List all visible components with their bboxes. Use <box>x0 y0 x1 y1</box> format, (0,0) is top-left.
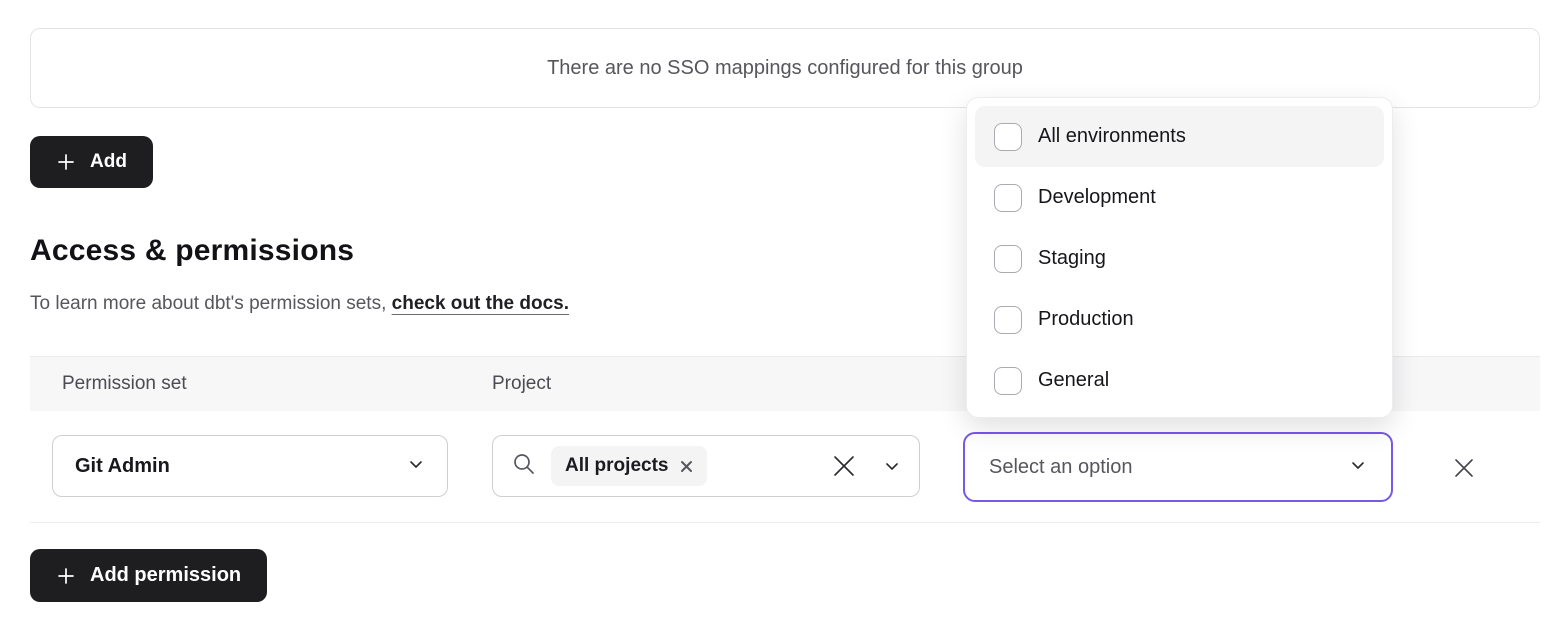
checkbox[interactable] <box>994 123 1022 151</box>
plus-icon <box>56 152 76 172</box>
checkbox[interactable] <box>994 245 1022 273</box>
section-description: To learn more about dbt's permission set… <box>30 293 569 315</box>
project-tag-label: All projects <box>565 455 668 477</box>
sso-empty-message: There are no SSO mappings configured for… <box>547 57 1023 80</box>
environment-dropdown-menu: All environments Development Staging Pro… <box>966 97 1393 418</box>
dropdown-option-staging[interactable]: Staging <box>975 228 1384 289</box>
permission-set-value: Git Admin <box>75 455 170 478</box>
remove-tag-icon[interactable] <box>680 460 693 473</box>
option-label: Development <box>1038 186 1156 209</box>
chevron-down-icon[interactable] <box>883 457 901 475</box>
permission-set-select[interactable]: Git Admin <box>52 435 448 497</box>
checkbox[interactable] <box>994 184 1022 212</box>
docs-link[interactable]: check out the docs. <box>392 293 569 314</box>
permission-row: Git Admin All projects <box>30 411 1540 523</box>
column-header-permission-set: Permission set <box>62 373 187 395</box>
dropdown-option-production[interactable]: Production <box>975 289 1384 350</box>
option-label: All environments <box>1038 125 1186 148</box>
description-text: To learn more about dbt's permission set… <box>30 293 386 314</box>
add-button-label: Add <box>90 151 127 173</box>
plus-icon <box>56 566 76 586</box>
environment-placeholder: Select an option <box>989 456 1132 479</box>
close-icon <box>1452 456 1476 483</box>
remove-row-button[interactable] <box>1440 445 1488 493</box>
checkbox[interactable] <box>994 367 1022 395</box>
project-multiselect[interactable]: All projects <box>492 435 920 497</box>
clear-selection-icon[interactable] <box>831 453 857 479</box>
chevron-down-icon <box>1349 456 1367 479</box>
option-label: Production <box>1038 308 1134 331</box>
option-label: General <box>1038 369 1109 392</box>
page: There are no SSO mappings configured for… <box>0 0 1560 628</box>
sso-mappings-empty-box: There are no SSO mappings configured for… <box>30 28 1540 108</box>
add-permission-label: Add permission <box>90 564 241 587</box>
project-tag: All projects <box>551 446 707 486</box>
column-header-project: Project <box>492 373 551 395</box>
dropdown-option-general[interactable]: General <box>975 350 1384 411</box>
search-icon <box>511 451 537 482</box>
chevron-down-icon <box>407 455 425 478</box>
checkbox[interactable] <box>994 306 1022 334</box>
page-title: Access & permissions <box>30 234 354 268</box>
add-sso-mapping-button[interactable]: Add <box>30 136 153 188</box>
add-permission-button[interactable]: Add permission <box>30 549 267 602</box>
environment-select[interactable]: Select an option <box>963 432 1393 502</box>
option-label: Staging <box>1038 247 1106 270</box>
dropdown-option-all-environments[interactable]: All environments <box>975 106 1384 167</box>
dropdown-option-development[interactable]: Development <box>975 167 1384 228</box>
